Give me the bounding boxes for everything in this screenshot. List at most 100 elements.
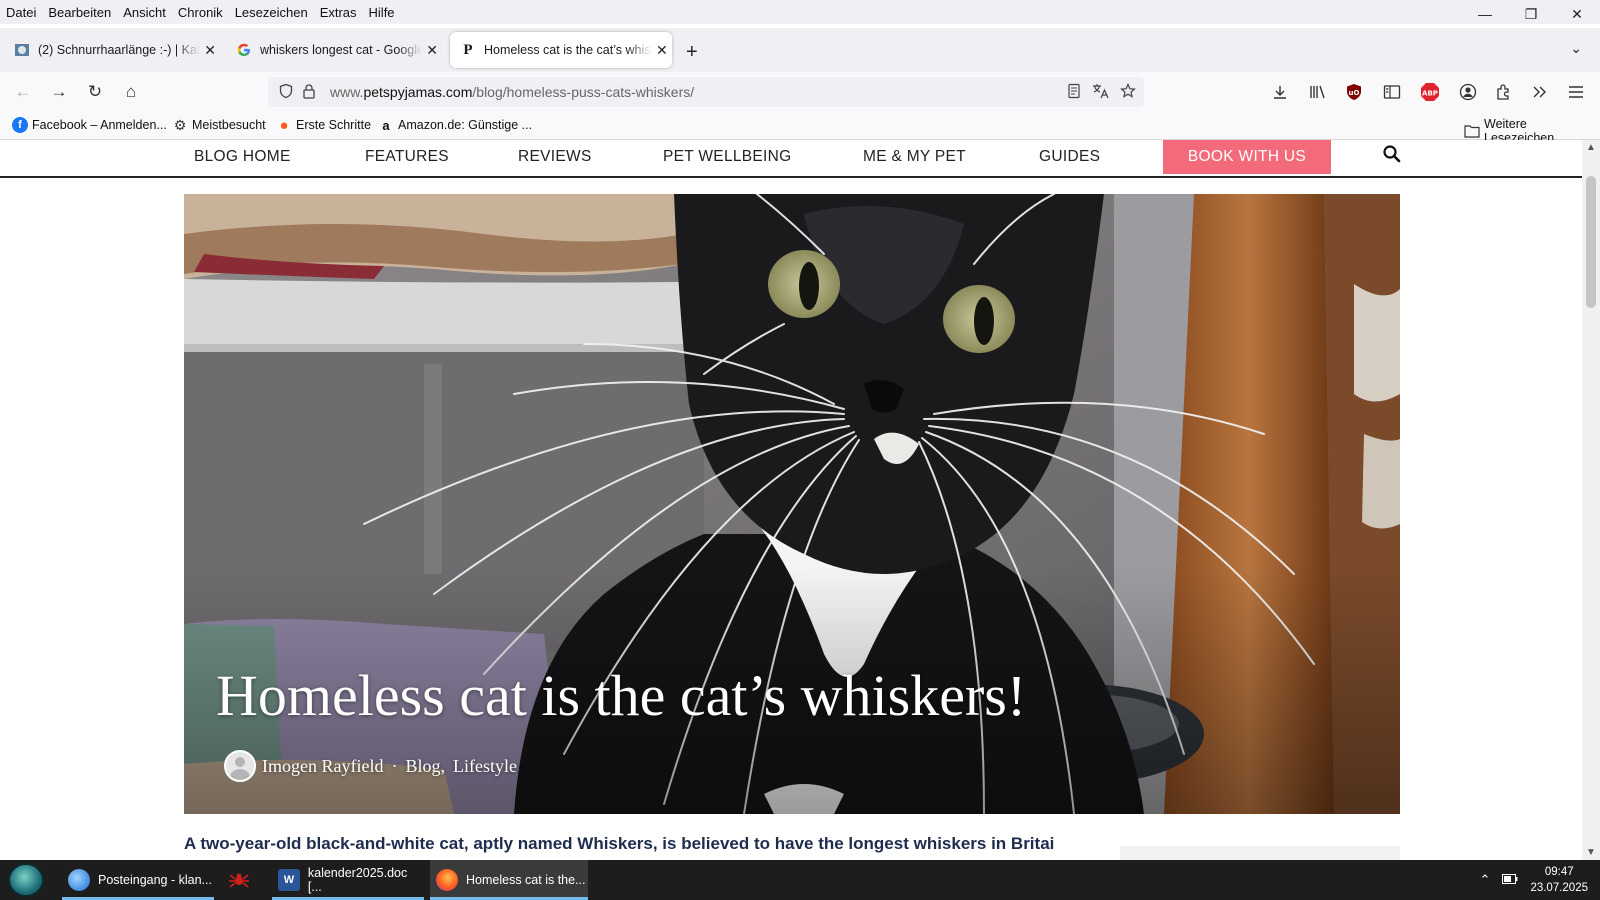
tab-close-icon[interactable]: ✕: [204, 42, 216, 59]
battery-icon[interactable]: [1502, 873, 1518, 887]
tab-close-icon[interactable]: ✕: [656, 42, 668, 59]
bookmark-meistbesucht[interactable]: ⚙ Meistbesucht: [172, 117, 266, 133]
overflow-menu-icon[interactable]: [1528, 80, 1552, 104]
bookmark-erste-schritte[interactable]: ● Erste Schritte: [276, 116, 371, 134]
url-prefix: www.: [330, 84, 364, 100]
nav-me-and-my-pet[interactable]: ME & MY PET: [863, 148, 966, 166]
system-tray: ⌃ 09:47 23.07.2025: [1480, 860, 1600, 900]
url-path: /blog/homeless-puss-cats-whiskers/: [472, 84, 695, 100]
scroll-down-arrow-icon[interactable]: ▼: [1586, 847, 1596, 858]
account-icon[interactable]: [1456, 80, 1480, 104]
window-controls: — ❐ ✕: [1462, 0, 1600, 28]
clock[interactable]: 09:47 23.07.2025: [1530, 864, 1588, 896]
taskbar: Posteingang - klan... W kalender2025.doc…: [0, 860, 1600, 900]
spider-icon: [228, 869, 250, 891]
task-firefox[interactable]: Homeless cat is the...: [430, 860, 588, 900]
clock-date: 23.07.2025: [1530, 882, 1588, 894]
article-title: Homeless cat is the cat’s whiskers!: [216, 663, 1027, 728]
amazon-icon: a: [382, 117, 390, 133]
reader-view-icon[interactable]: [1066, 83, 1082, 103]
adblock-plus-icon[interactable]: ABP: [1418, 80, 1442, 104]
petspyjamas-favicon-icon: P: [463, 41, 473, 58]
thunderbird-icon: [68, 869, 90, 891]
menu-hilfe[interactable]: Hilfe: [363, 5, 401, 20]
category-lifestyle-link[interactable]: Lifestyle: [453, 756, 517, 777]
bookmark-amazon[interactable]: a Amazon.de: Günstige ...: [378, 117, 532, 133]
library-icon[interactable]: [1306, 80, 1330, 104]
book-with-us-button[interactable]: BOOK WITH US: [1163, 140, 1331, 174]
menu-bearbeiten[interactable]: Bearbeiten: [42, 5, 117, 20]
facebook-icon: f: [12, 117, 28, 133]
tab-close-icon[interactable]: ✕: [426, 42, 438, 59]
article-lead: A two-year-old black-and-white cat, aptl…: [184, 834, 1054, 853]
task-label: kalender2025.doc [...: [307, 866, 408, 894]
menu-lesezeichen[interactable]: Lesezeichen: [229, 5, 314, 20]
url-text[interactable]: www.petspyjamas.com/blog/homeless-puss-c…: [330, 84, 694, 100]
navigation-toolbar: ← → ↻ ⌂ www.petspyjamas.com/blog/homeles…: [0, 72, 1600, 112]
clock-time: 09:47: [1544, 866, 1574, 878]
url-bar[interactable]: www.petspyjamas.com/blog/homeless-puss-c…: [268, 77, 1144, 107]
sidebar-toggle-icon[interactable]: [1380, 80, 1404, 104]
tab-katzen-forum[interactable]: (2) Schnurrhaarlänge :-) | Katzen-Forum …: [4, 32, 216, 68]
list-all-tabs-icon[interactable]: ⌄: [1570, 40, 1582, 57]
reload-button[interactable]: ↻: [82, 80, 108, 104]
bookmark-star-icon[interactable]: [1120, 83, 1136, 103]
scroll-up-arrow-icon[interactable]: ▲: [1586, 142, 1596, 153]
menu-extras[interactable]: Extras: [314, 5, 363, 20]
bookmarks-toolbar: f Facebook – Anmelden... ⚙ Meistbesucht …: [0, 112, 1600, 145]
page-scrollbar[interactable]: ▲ ▼: [1582, 140, 1600, 860]
article-meta: Imogen Rayfield · Blog, Lifestyle: [224, 750, 517, 782]
forward-button[interactable]: →: [46, 80, 72, 104]
google-favicon-icon: [236, 42, 252, 58]
tray-overflow-chevron-icon[interactable]: ⌃: [1480, 872, 1491, 888]
task-spider-app[interactable]: [222, 860, 264, 900]
search-icon[interactable]: [1382, 144, 1404, 166]
nav-guides[interactable]: GUIDES: [1039, 148, 1100, 166]
page-content: BLOG HOME FEATURES REVIEWS PET WELLBEING…: [0, 140, 1582, 860]
padlock-icon[interactable]: [302, 83, 316, 102]
hero-image: Homeless cat is the cat’s whiskers! Imog…: [184, 194, 1400, 814]
tab-google-search[interactable]: whiskers longest cat - Google Suche ✕: [226, 32, 438, 68]
restore-button[interactable]: ❐: [1508, 0, 1554, 28]
close-window-button[interactable]: ✕: [1554, 0, 1600, 28]
gear-icon: ⚙: [173, 116, 187, 133]
new-tab-button[interactable]: +: [686, 41, 698, 64]
forum-favicon-icon: [14, 42, 30, 58]
menu-datei[interactable]: Datei: [0, 5, 42, 20]
task-thunderbird[interactable]: Posteingang - klan...: [62, 860, 214, 900]
task-word-document[interactable]: W kalender2025.doc [...: [272, 860, 424, 900]
menu-chronik[interactable]: Chronik: [172, 5, 229, 20]
tracking-protection-shield-icon[interactable]: [278, 83, 294, 102]
translate-icon[interactable]: [1092, 83, 1110, 103]
word-icon: W: [278, 869, 300, 891]
home-button[interactable]: ⌂: [118, 80, 144, 104]
hamburger-menu-icon[interactable]: [1564, 80, 1588, 104]
site-navigation: BLOG HOME FEATURES REVIEWS PET WELLBEING…: [0, 140, 1582, 178]
minimize-button[interactable]: —: [1462, 0, 1508, 28]
category-blog-link[interactable]: Blog,: [405, 756, 445, 777]
extensions-icon[interactable]: [1492, 80, 1516, 104]
tab-bar: (2) Schnurrhaarlänge :-) | Katzen-Forum …: [0, 28, 1600, 72]
firefox-icon: ●: [279, 116, 289, 134]
bookmark-label: Meistbesucht: [192, 118, 266, 132]
bookmark-label: Amazon.de: Günstige ...: [398, 118, 533, 132]
bookmark-label: Facebook – Anmelden...: [32, 118, 167, 132]
task-label: Homeless cat is the...: [466, 873, 586, 887]
author-link[interactable]: Imogen Rayfield: [262, 756, 383, 777]
tab-homeless-cat[interactable]: P Homeless cat is the cat’s whiskers! ✕: [450, 32, 672, 68]
nav-pet-wellbeing[interactable]: PET WELLBEING: [663, 148, 792, 166]
downloads-icon[interactable]: [1268, 80, 1292, 104]
sidebar-widget: [1120, 846, 1400, 860]
nav-blog-home[interactable]: BLOG HOME: [194, 148, 291, 166]
nav-features[interactable]: FEATURES: [365, 148, 449, 166]
start-button[interactable]: [8, 863, 44, 897]
nav-reviews[interactable]: REVIEWS: [518, 148, 592, 166]
ublock-origin-icon[interactable]: uO: [1342, 80, 1366, 104]
menu-ansicht[interactable]: Ansicht: [117, 5, 172, 20]
bookmark-facebook[interactable]: f Facebook – Anmelden...: [12, 117, 167, 133]
tab-title: whiskers longest cat - Google Suche: [260, 43, 423, 57]
back-button[interactable]: ←: [10, 80, 36, 104]
author-avatar[interactable]: [224, 750, 256, 782]
scrollbar-thumb[interactable]: [1586, 176, 1596, 308]
meta-separator: ·: [391, 755, 398, 776]
